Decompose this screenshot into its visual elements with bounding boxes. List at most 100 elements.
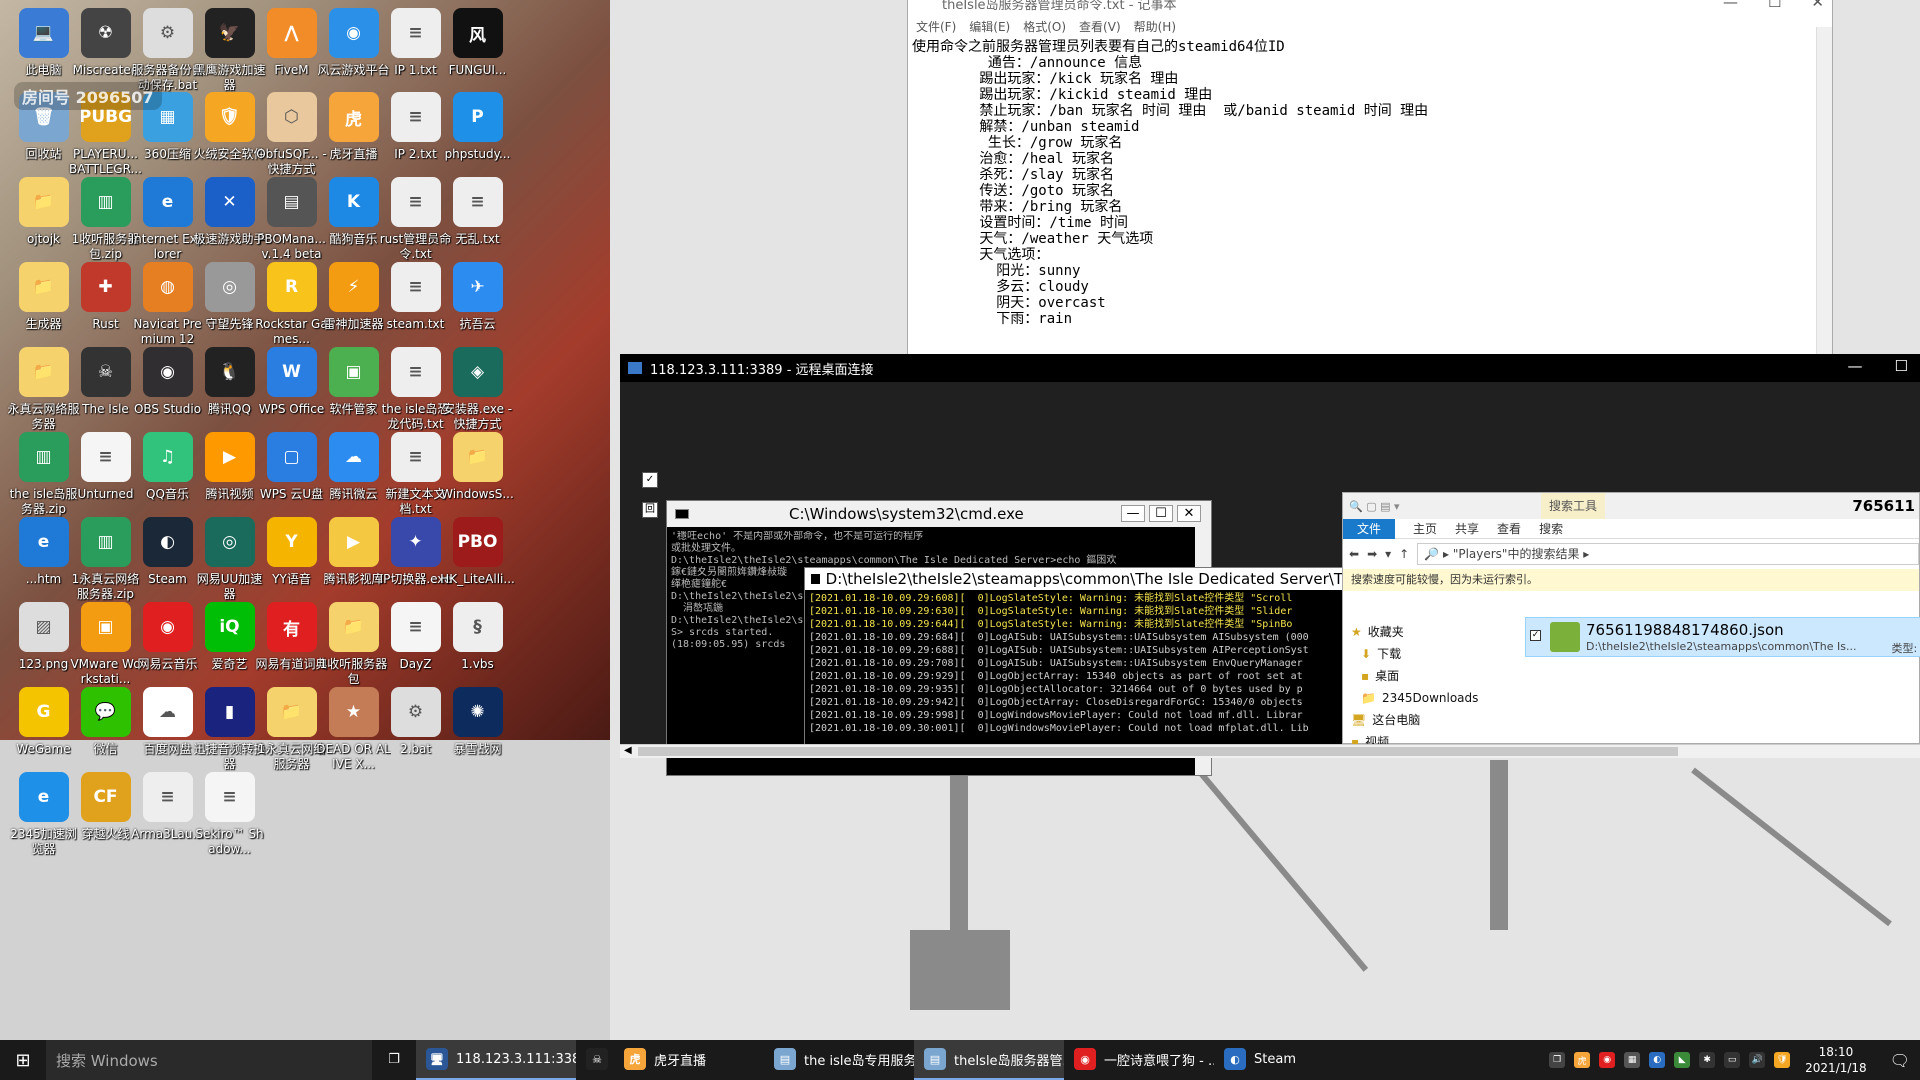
notepad-line: 踢出玩家：/kickid steamid 理由 — [912, 87, 1213, 103]
security-shield-icon[interactable]: 🛡 — [1774, 1052, 1791, 1068]
ribbon-tab[interactable]: 文件 — [1343, 518, 1396, 539]
menu-item[interactable]: 帮助(H) — [1134, 18, 1176, 35]
taskbar-app-button[interactable]: ☠ — [576, 1040, 614, 1080]
desktop-icon: ▪ — [1361, 669, 1370, 683]
pc-icon: 🖥 — [1351, 713, 1367, 727]
ribbon-tab[interactable]: 查看 — [1497, 520, 1521, 537]
maximize-icon[interactable]: ☐ — [1149, 505, 1173, 522]
rdp-horizontal-scrollbar[interactable]: ◀ — [620, 744, 1920, 758]
menu-item[interactable]: 编辑(E) — [969, 18, 1010, 35]
menu-item[interactable]: 查看(V) — [1079, 18, 1121, 35]
nvidia-icon[interactable]: ◣ — [1674, 1052, 1691, 1068]
result-filename: 76561198848174860.json — [1586, 621, 1784, 639]
notepad-line: 治愈：/heal 玩家名 — [912, 151, 1115, 167]
notepad-titlebar[interactable]: theIsle岛服务器管理员命令.txt - 记事本 — ☐ ✕ — [908, 0, 1832, 17]
checkbox-icon[interactable]: ✓ — [1530, 630, 1541, 641]
volume-icon[interactable]: 🔊 — [1749, 1052, 1766, 1068]
menu-item[interactable]: 文件(F) — [916, 18, 956, 35]
server-log-titlebar[interactable]: D:\theIsle2\theIsle2\steamapps\common\Th… — [805, 568, 1343, 590]
notification-icon[interactable]: 🗨 — [1890, 1051, 1910, 1070]
taskbar-app-button[interactable]: ▤ theIsle岛服务器管... — [914, 1040, 1064, 1080]
app-icon: ⬡ — [266, 92, 317, 142]
notepad-line: 阳光：sunny — [912, 263, 1081, 279]
app-icon: 📁 — [18, 177, 69, 227]
netease-music-tray-icon[interactable]: ◉ — [1599, 1052, 1616, 1068]
ribbon-tab[interactable]: 共享 — [1455, 520, 1479, 537]
remote-desktop-shortcut[interactable]: 回 — [642, 502, 658, 518]
ribbon-tab[interactable]: 搜索 — [1539, 520, 1563, 537]
close-icon[interactable]: ✕ — [1177, 505, 1201, 522]
notepad-window[interactable]: theIsle岛服务器管理员命令.txt - 记事本 — ☐ ✕ 文件(F) 编辑… — [907, 0, 1833, 358]
search-tools-tab[interactable]: 搜索工具 — [1541, 493, 1606, 519]
app-icon: e — [142, 177, 193, 227]
server-log-title: D:\theIsle2\theIsle2\steamapps\common\Th… — [825, 570, 1343, 588]
huya-tray-icon[interactable]: 虎 — [1574, 1052, 1591, 1068]
steam-tray-icon[interactable]: ◐ — [1649, 1052, 1666, 1068]
server-log-window[interactable]: D:\theIsle2\theIsle2\steamapps\common\Th… — [804, 567, 1344, 745]
remote-desktop-icons: ✓ 回 — [642, 472, 662, 582]
remote-desktop-window[interactable]: 118.123.3.111:3389 - 远程桌面连接 — ☐ ✓ 回 C:\W… — [620, 354, 1920, 776]
explorer-titlebar[interactable]: 🔍 ▢ ▤ ▾ 搜索工具 765611 — [1343, 493, 1919, 519]
taskbar-app-button[interactable]: ◐ Steam — [1214, 1040, 1324, 1080]
app-icon: ✦ — [390, 517, 441, 567]
search-info-bar[interactable]: 搜索速度可能较慢，因为未运行索引。 — [1343, 569, 1919, 591]
forward-icon[interactable]: ➡ — [1367, 547, 1377, 561]
clock-time: 18:10 — [1818, 1045, 1854, 1059]
minimize-icon[interactable]: — — [1848, 357, 1863, 375]
nav-item[interactable]: 📁 2345Downloads — [1351, 687, 1501, 709]
nav-item[interactable]: ▪ 桌面 — [1351, 665, 1501, 687]
app-icon: ◉ — [328, 8, 379, 58]
app-icon: ★ — [328, 687, 379, 737]
clock[interactable]: 18:10 2021/1/18 — [1799, 1044, 1873, 1076]
back-icon[interactable]: ⬅ — [1349, 547, 1359, 561]
network-icon[interactable]: ▭ — [1724, 1052, 1741, 1068]
cmd-titlebar[interactable]: C:\Windows\system32\cmd.exe — ☐ ✕ — [667, 501, 1211, 527]
maximize-icon[interactable]: ☐ — [1768, 0, 1781, 11]
log-line: [2021.01.18-10.09.30:001][ 0]LogWindowsM… — [809, 723, 1309, 734]
nav-item[interactable]: ⬇ 下载 — [1351, 643, 1501, 665]
notepad-scrollbar[interactable] — [1816, 27, 1832, 357]
app-icon: ▥ — [80, 177, 131, 227]
minimize-icon[interactable]: — — [1121, 505, 1145, 522]
app-icon: ◍ — [142, 262, 193, 312]
chevron-down-icon[interactable]: ▾ — [1385, 547, 1391, 561]
maximize-icon[interactable]: ☐ — [1895, 357, 1908, 375]
search-result-item[interactable]: ✓ 76561198848174860.json D:\theIsle2\the… — [1525, 617, 1920, 657]
desktop-icon[interactable]: ✺ 暴雪战网 — [440, 681, 515, 785]
desktop-icon-label: FUNGUI... — [448, 63, 507, 77]
rdp-titlebar[interactable]: 118.123.3.111:3389 - 远程桌面连接 — ☐ — [620, 354, 1920, 382]
taskbar-app-button[interactable]: ▤ the isle岛专用服务... — [764, 1040, 914, 1080]
scrollbar-thumb[interactable] — [638, 747, 1678, 756]
taskbar-search-box[interactable]: 搜索 Windows — [46, 1040, 372, 1080]
bluetooth-icon[interactable]: ✱ — [1699, 1052, 1716, 1068]
file-explorer-window[interactable]: 🔍 ▢ ▤ ▾ 搜索工具 765611 文件 主页 共享 查看 搜索 ⬅ ➡ ▾ ↑ 🔎… — [1342, 492, 1920, 749]
desktop-icon[interactable]: ≡ Sekiro™ Shadow... — [192, 766, 267, 870]
nav-item[interactable]: 🖥 这台电脑 — [1351, 709, 1501, 731]
minimize-icon[interactable]: — — [1723, 0, 1738, 11]
notepad-text-area[interactable]: 使用命令之前服务器管理员列表要有自己的steamid64位ID 通告：/anno… — [912, 39, 1814, 357]
nav-item-label: 这台电脑 — [1372, 713, 1421, 727]
scroll-left-icon[interactable]: ◀ — [624, 745, 632, 756]
notepad-line: 多云：cloudy — [912, 279, 1089, 295]
app-icon: 🐧 — [204, 347, 255, 397]
log-line: [2021.01.18-10.09.29:644][ 0]LogSlateSty… — [809, 619, 1293, 630]
app-icon: 📁 — [328, 602, 379, 652]
close-icon[interactable]: ✕ — [1811, 0, 1824, 11]
up-icon[interactable]: ↑ — [1399, 547, 1409, 561]
app-icon: ☢ — [80, 8, 131, 58]
taskbar-app-button[interactable]: ◉ 一腔诗意喂了狗 - ... — [1064, 1040, 1214, 1080]
nav-item[interactable]: ★ 收藏夹 — [1351, 621, 1501, 643]
ribbon-tab[interactable]: 主页 — [1413, 520, 1437, 537]
quick-access-icons[interactable]: 🔍 ▢ ▤ ▾ — [1349, 500, 1400, 513]
window-icon[interactable]: ❐ — [1549, 1052, 1566, 1068]
windows-start-button[interactable]: ⊞ — [0, 1040, 46, 1080]
grid-icon[interactable]: ▦ — [1624, 1052, 1641, 1068]
taskbar-app-button[interactable]: 虎虎牙直播 — [614, 1040, 764, 1080]
task-view-button[interactable]: ❐ — [372, 1040, 416, 1080]
taskbar-app-button[interactable]: 🖥 118.123.3.111:338... — [416, 1040, 576, 1080]
checkbox-icon[interactable]: ✓ — [642, 472, 658, 488]
menu-item[interactable]: 格式(O) — [1023, 18, 1066, 35]
remote-session-view[interactable]: ✓ 回 C:\Windows\system32\cmd.exe — ☐ ✕ '穩… — [620, 382, 1920, 776]
notepad-line: 设置时间：/time 时间 — [912, 215, 1129, 231]
address-bar[interactable]: 🔎 ▸ "Players"中的搜索结果 ▸ — [1417, 543, 1919, 565]
